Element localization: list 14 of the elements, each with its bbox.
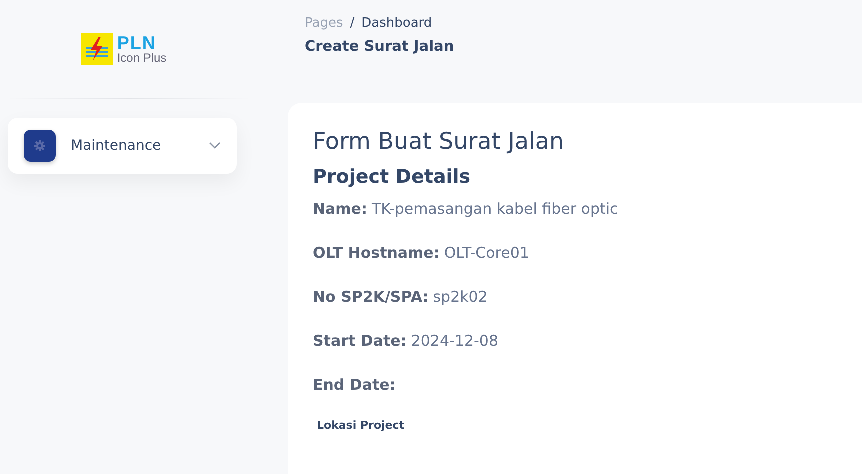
page-title: Create Surat Jalan: [305, 39, 456, 55]
detail-line: Name: TK-pemasangan kabel fiber optic: [313, 199, 620, 220]
detail-line: Start Date: 2024-12-08: [313, 331, 500, 352]
form-title: Form Buat Surat Jalan: [313, 131, 566, 154]
sidebar-item[interactable]: Maintenance: [8, 118, 237, 174]
detail-line: End Date:: [313, 375, 397, 396]
logo-subtitle: Icon Plus: [117, 52, 167, 64]
logo-title: PLN: [117, 34, 158, 52]
subsection-heading: Lokasi Project: [317, 419, 406, 432]
detail-line: No SP2K/SPA: sp2k02: [313, 287, 489, 308]
detail-line: OLT Hostname: OLT-Core01: [313, 243, 530, 264]
section-heading: Project Details: [313, 168, 472, 187]
breadcrumb-item: Dashboard: [362, 16, 432, 31]
breadcrumb-separator: /: [350, 16, 355, 31]
